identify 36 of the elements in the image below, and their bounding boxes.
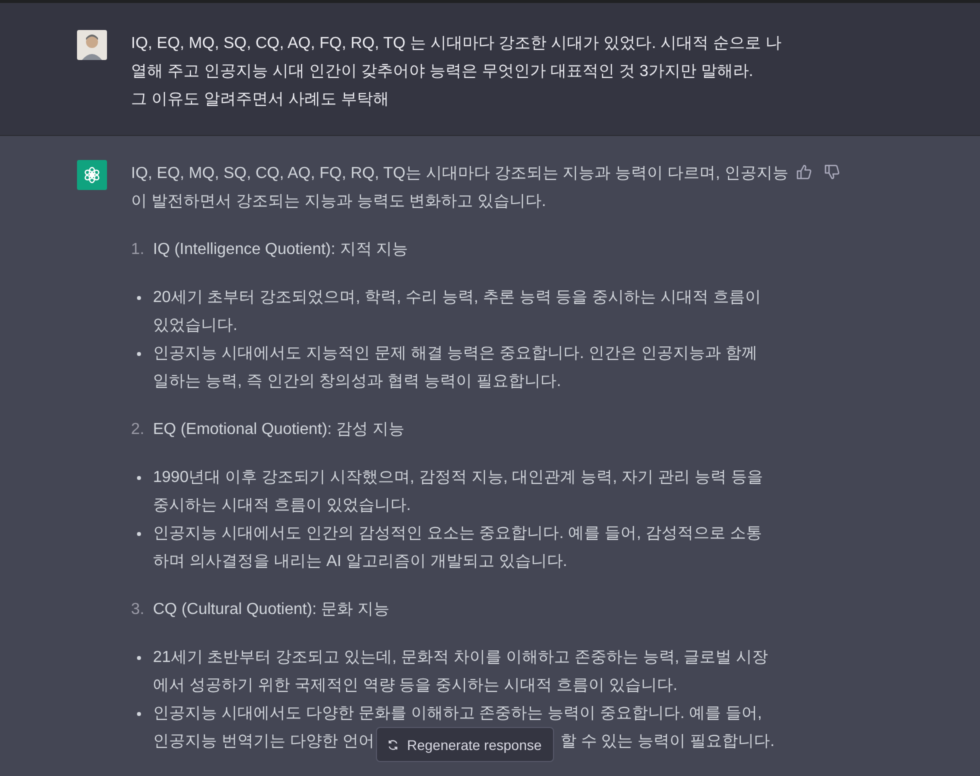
list-text: 인공지능 번역기는 다양한 언어 bbox=[153, 732, 374, 752]
list-text: 일하는 능력, 즉 인간의 창의성과 협력 능력이 필요합니다. bbox=[153, 372, 562, 392]
refresh-icon bbox=[387, 738, 399, 750]
message-text: IQ, EQ, MQ, SQ, CQ, AQ, FQ, RQ, TQ 는 시대마다 강조한 시대가 있었다. 시대적 순으로 나 bbox=[131, 34, 782, 54]
list-number: 3. bbox=[131, 600, 145, 620]
user-avatar bbox=[77, 30, 107, 60]
logo-icon bbox=[82, 165, 102, 185]
list-text: 인공지능 시대에서도 인간의 감성적인 요소는 중요합니다. 예를 들어, 감성적으로 소통 bbox=[153, 524, 762, 544]
list-text: 21세기 초반부터 강조되고 있는데, 문화적 차이를 이해하고 존중하는 능력, 글로벌 시장 bbox=[153, 648, 768, 668]
regenerate-button[interactable]: Regenerate response bbox=[376, 727, 554, 762]
list-number: 2. bbox=[131, 420, 145, 440]
list-text: 인공지능 시대에서도 지능적인 문제 해결 능력은 중요합니다. 인간은 인공지능과 함께 bbox=[153, 344, 758, 364]
list-text: 중시하는 시대적 흐름이 있었습니다. bbox=[153, 496, 411, 516]
bullet-icon bbox=[137, 296, 141, 300]
list-number: 1. bbox=[131, 240, 145, 260]
list-heading: EQ (Emotional Quotient): 감성 지능 bbox=[153, 420, 405, 440]
list-text: 인공지능 시대에서도 다양한 문화를 이해하고 존중하는 능력이 중요합니다. 예를 들어, bbox=[153, 704, 762, 724]
list-text: 하며 의사결정을 내리는 AI 알고리즘이 개발되고 있습니다. bbox=[153, 552, 568, 572]
message-text: IQ, EQ, MQ, SQ, CQ, AQ, FQ, RQ, TQ는 시대마다 강조되는 지능과 능력이 다르며, 인공지능 bbox=[131, 164, 790, 184]
message-text: 열해 주고 인공지능 시대 인간이 갖추어야 능력은 무엇인가 대표적인 것 3가지만 말해라. bbox=[131, 62, 754, 82]
list-text: 에서 성공하기 위한 국제적인 역량 등을 중시하는 시대적 흐름이 있습니다. bbox=[153, 676, 678, 696]
message-text: 이 발전하면서 강조되는 지능과 능력도 변화하고 있습니다. bbox=[131, 192, 548, 212]
list-text: 할 수 있는 능력이 필요합니다. bbox=[560, 732, 775, 752]
thumbs-down-icon[interactable] bbox=[824, 164, 840, 180]
list-text: 20세기 초부터 강조되었으며, 학력, 수리 능력, 추론 능력 등을 중시하는 시대적 흐름이 bbox=[153, 288, 762, 308]
thumbs-up-icon[interactable] bbox=[796, 164, 812, 180]
message-text: 그 이유도 알려주면서 사례도 부탁해 bbox=[131, 90, 390, 110]
list-heading: CQ (Cultural Quotient): 문화 지능 bbox=[153, 600, 390, 620]
bullet-icon bbox=[137, 712, 141, 716]
bullet-icon bbox=[137, 656, 141, 660]
list-text: 있었습니다. bbox=[153, 316, 238, 336]
list-heading: IQ (Intelligence Quotient): 지적 지능 bbox=[153, 240, 408, 260]
bullet-icon bbox=[137, 532, 141, 536]
list-text: 1990년대 이후 강조되기 시작했으며, 감정적 지능, 대인관계 능력, 자기 관리 능력 등을 bbox=[153, 468, 763, 488]
bullet-icon bbox=[137, 476, 141, 480]
bullet-icon bbox=[137, 352, 141, 356]
